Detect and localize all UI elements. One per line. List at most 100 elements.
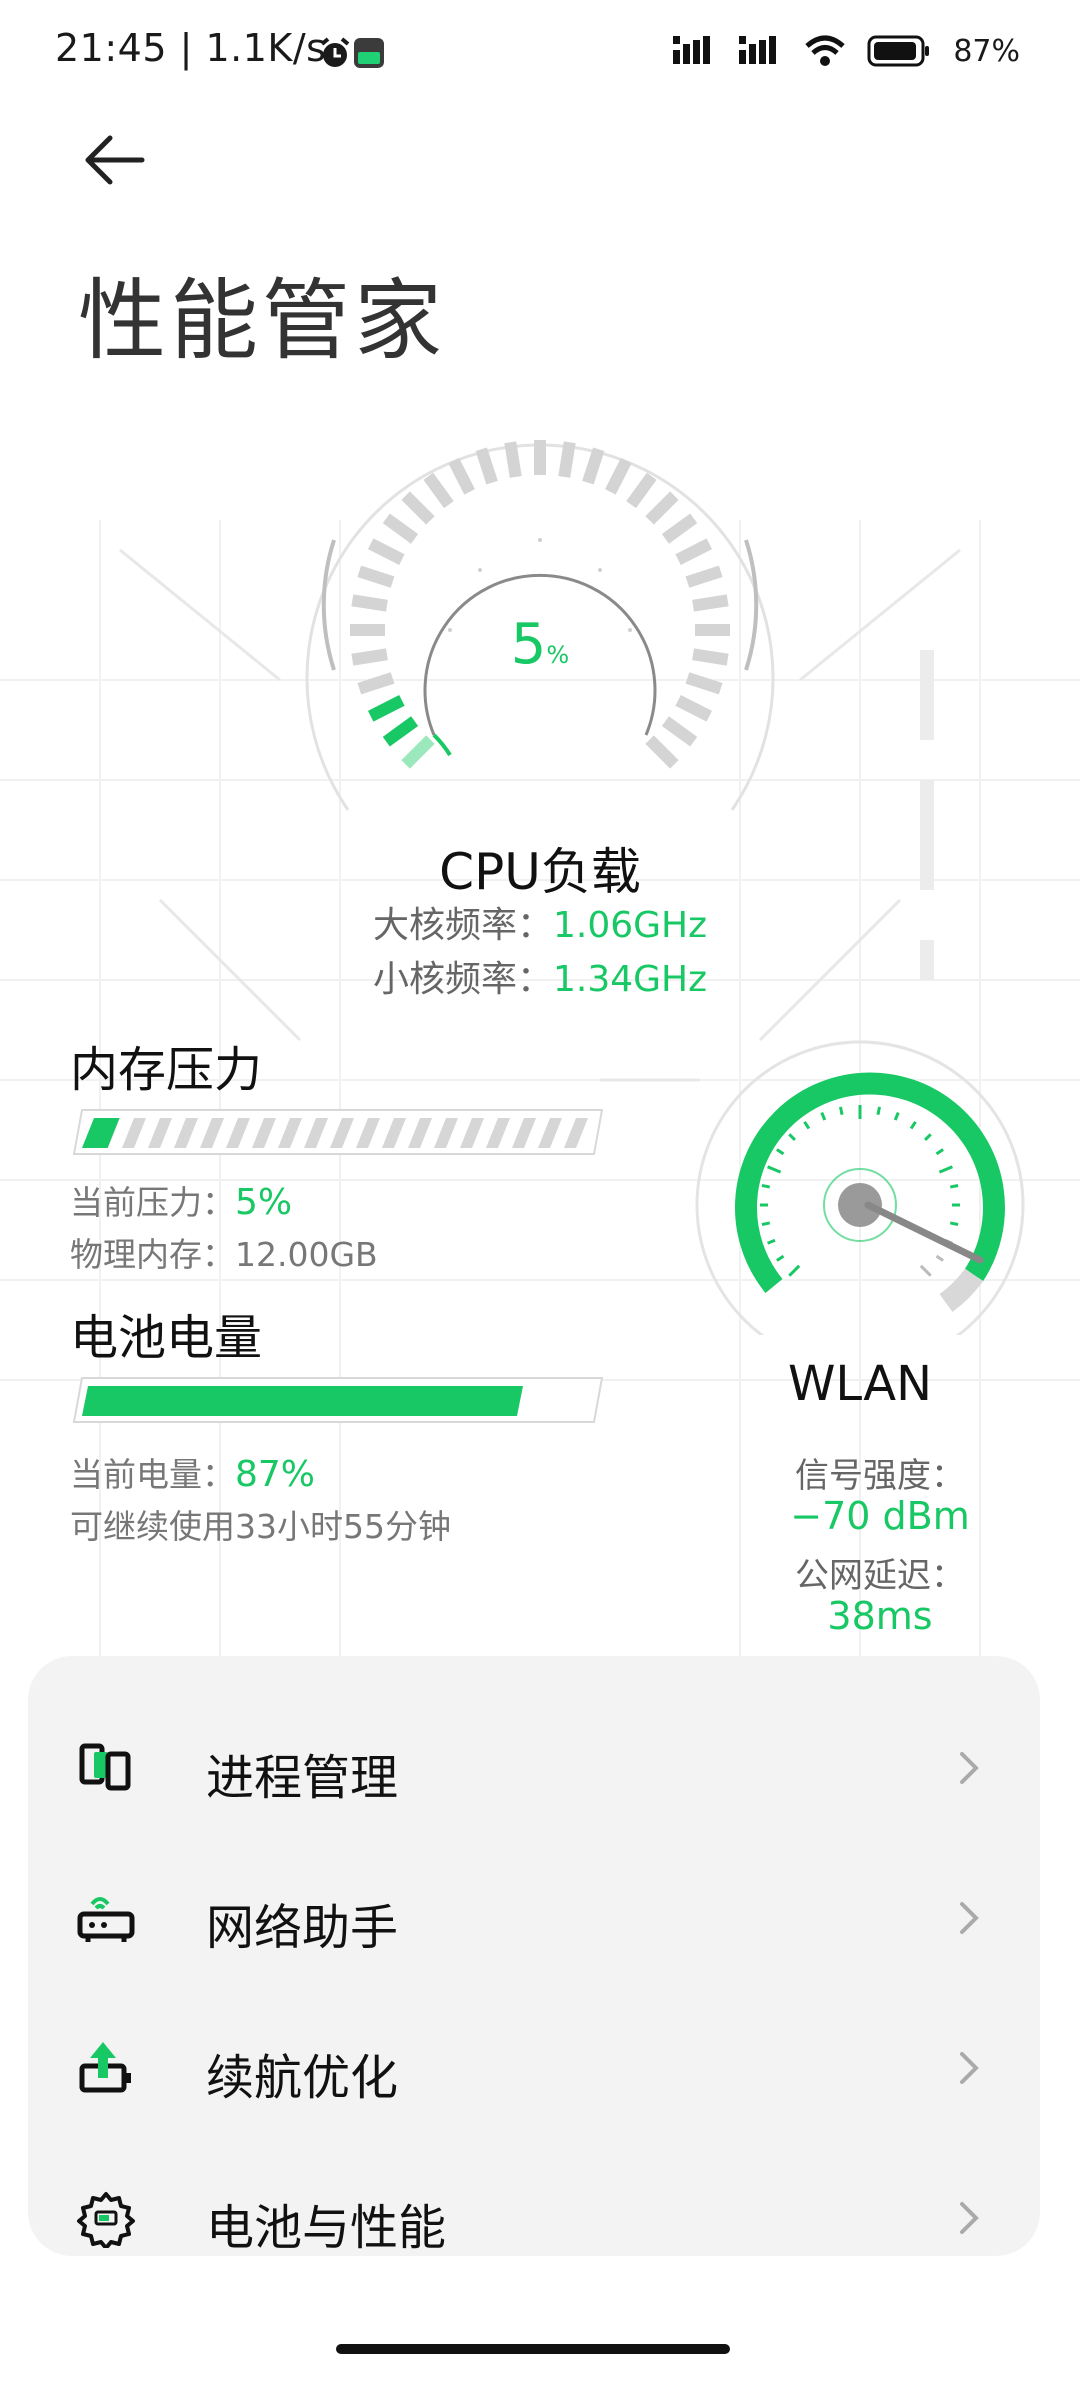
menu-item-network-assistant[interactable]: 网络助手 — [28, 1844, 1040, 1994]
little-core-frequency: 小核频率：1.34GHz — [0, 950, 1080, 1002]
wlan-label: WLAN — [787, 1356, 933, 1412]
cpu-load-unit: % — [546, 641, 570, 669]
process-icon — [79, 1743, 131, 1791]
big-core-frequency: 大核频率：1.06GHz — [0, 896, 1080, 948]
wlan-gauge-tick — [919, 1264, 932, 1277]
cpu-load-value: 5 — [510, 612, 547, 677]
cpu-load-tick — [661, 716, 698, 747]
battery-percent: 87% — [953, 33, 1020, 69]
wlan-gauge-tick — [935, 1254, 944, 1262]
wlan-gauge-tick — [909, 1121, 917, 1130]
menu-item-process-management[interactable]: 进程管理 — [28, 1694, 1040, 1844]
cpu-load-tick — [367, 695, 405, 722]
little-core-frequency-value: 1.34GHz — [552, 959, 708, 1000]
menu-item-battery-life-optimization[interactable]: 续航优化 — [28, 1994, 1040, 2144]
wlan-gauge-tick — [761, 1184, 771, 1189]
memory-pressure-title: 内存压力 — [70, 1042, 263, 1098]
battery-remaining-time: 可继续使用33小时55分钟 — [70, 1507, 451, 1546]
cpu-load-tick — [357, 672, 395, 695]
cpu-load-tick — [582, 447, 605, 485]
wlan-gauge-tick — [788, 1264, 801, 1277]
status-icons: 87% — [673, 28, 1020, 74]
battery-icon — [867, 35, 930, 67]
cpu-load-ticks — [350, 440, 730, 769]
wlan-gauge-tick — [923, 1133, 932, 1142]
page-title: 性能管家 — [78, 269, 447, 372]
cpu-load-tick — [685, 672, 723, 695]
memory-pressure-bar — [72, 1109, 604, 1155]
wlan-gauge-tick — [893, 1112, 900, 1121]
wlan-latency-value: 38ms — [827, 1594, 933, 1638]
wlan-gauge-tick — [788, 1133, 797, 1142]
cpu-load-tick — [675, 695, 713, 722]
battery-level-current-label: 当前电量： — [70, 1455, 235, 1494]
wlan-gauge-tick — [761, 1221, 771, 1226]
wlan-signal-strength-label: 信号强度： — [795, 1456, 965, 1496]
wlan-gauge-tick — [949, 1221, 959, 1226]
memory-pressure-current-label: 当前压力： — [70, 1183, 235, 1222]
cpu-load-tick — [692, 648, 729, 666]
menu-item-battery-and-performance[interactable]: 电池与性能 — [28, 2144, 1040, 2294]
chevron-right-icon — [960, 2202, 979, 2234]
chevron-right-icon — [960, 2052, 979, 2084]
menu-item-label: 进程管理 — [206, 1750, 399, 1806]
router-icon — [77, 1897, 135, 1942]
memory-pressure-current: 当前压力：5% — [70, 1176, 292, 1224]
cpu-load-tick — [423, 472, 454, 509]
alarm-icon — [320, 37, 350, 67]
cpu-load-tick — [351, 594, 388, 612]
home-indicator[interactable] — [336, 2344, 730, 2354]
cpu-load-tick — [661, 513, 698, 544]
gear-icon — [77, 2192, 135, 2248]
battery-level-title: 电池电量 — [70, 1310, 263, 1366]
wifi-icon — [805, 35, 845, 66]
back-button[interactable] — [80, 130, 150, 190]
menu-item-label: 电池与性能 — [206, 2200, 447, 2256]
wlan-gauge-tick — [938, 1165, 953, 1174]
cpu-load-tick — [645, 491, 679, 525]
wlan-latency-label: 公网延迟： — [795, 1556, 965, 1596]
wlan-gauge-tick — [767, 1238, 776, 1245]
wlan-gauge-tick — [776, 1254, 785, 1262]
battery-level-bar — [72, 1377, 604, 1423]
menu-item-label: 网络助手 — [206, 1900, 399, 1956]
cpu-load-tick — [382, 513, 419, 544]
wlan-signal-strength-value: −70 dBm — [790, 1494, 970, 1538]
cpu-load-tick — [685, 565, 723, 588]
wlan-gauge-tick — [949, 1184, 959, 1189]
physical-memory: 物理内存：12.00GB — [70, 1235, 378, 1274]
battery-level-current-value: 87% — [235, 1454, 316, 1495]
signal-icon — [673, 36, 711, 64]
memory-pressure-current-value: 5% — [235, 1182, 293, 1223]
cpu-load-tick — [692, 594, 729, 612]
cpu-load-label: CPU负载 — [439, 843, 641, 901]
wlan-gauge-tick — [776, 1148, 785, 1156]
wlan-gauge-tick — [839, 1106, 844, 1116]
cpu-load-tick — [675, 538, 713, 565]
signal-icon-2 — [739, 36, 777, 64]
battery-level-fill — [82, 1386, 523, 1416]
wlan-gauge-tick — [876, 1106, 881, 1116]
cpu-load-tick — [351, 648, 388, 666]
battery-boost-icon — [79, 2042, 131, 2093]
cpu-load-tick — [504, 441, 522, 478]
chevron-right-icon — [960, 1902, 979, 1934]
cpu-load-tick — [558, 441, 576, 478]
wlan-gauge-tick — [803, 1121, 811, 1130]
chevron-right-icon — [960, 1752, 979, 1784]
cpu-load-tick — [401, 735, 435, 769]
cpu-load-tick — [382, 716, 419, 747]
cpu-load-tick — [357, 565, 395, 588]
wlan-gauge-tick — [820, 1112, 827, 1121]
app-notification-icon — [354, 38, 384, 68]
cpu-load-tick — [645, 735, 679, 769]
status-time-network-speed: 21:45 | 1.1K/s — [55, 26, 327, 70]
wlan-gauge-tick — [767, 1165, 782, 1174]
battery-level-current: 当前电量：87% — [70, 1448, 315, 1496]
big-core-frequency-label: 大核频率： — [372, 905, 553, 946]
big-core-frequency-value: 1.06GHz — [552, 905, 708, 946]
cpu-load-tick — [401, 491, 435, 525]
menu-item-label: 续航优化 — [206, 2050, 399, 2106]
wlan-gauge-tick — [935, 1148, 944, 1156]
tools-menu-card: 进程管理 网络助手 续航优化 电池与性能 — [28, 1656, 1040, 2256]
